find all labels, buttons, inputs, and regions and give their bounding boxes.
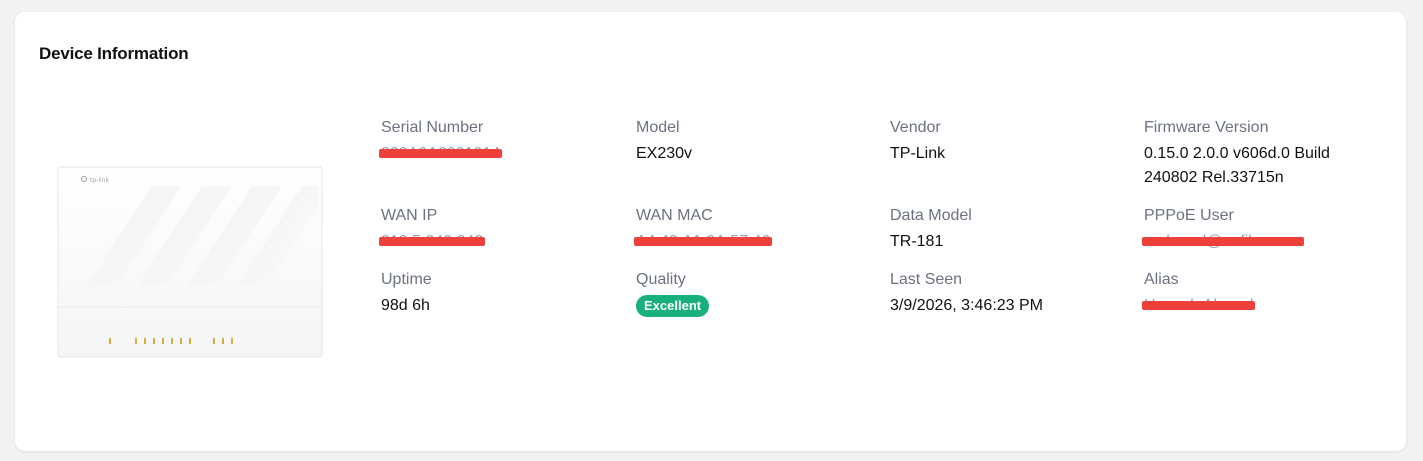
uptime-label: Uptime [381, 271, 432, 288]
field-data-model: Data Model TR-181 [890, 206, 1120, 254]
firmware-version-value: 0.15.0 2.0.0 v606d.0 Build 240802 Rel.33… [1144, 145, 1330, 186]
last-seen-value: 3/9/2026, 3:46:23 PM [890, 297, 1043, 314]
brand-logo-text: tp-link [90, 177, 109, 184]
wan-mac-value: A4:42:A1:0A:57:46 [633, 230, 773, 254]
quality-label: Quality [636, 271, 686, 288]
wan-ip-value: 213.5.240.243 [378, 230, 486, 254]
card-title: Device Information [39, 44, 189, 63]
wan-ip-label: WAN IP [381, 207, 438, 224]
pppoe-user-value: mahmed@nafiberco... [1142, 230, 1304, 254]
pppoe-user-label: PPPoE User [1144, 207, 1234, 224]
field-pppoe-user: PPPoE User mahmed@nafiberco... [1142, 206, 1374, 254]
router-image: tp-link [57, 166, 323, 358]
field-wan-mac: WAN MAC A4:42:A1:0A:57:46 [633, 206, 866, 254]
field-wan-ip: WAN IP 213.5.240.243 [378, 206, 611, 254]
device-information-card: Device Information tp-link Serial Number… [15, 12, 1406, 451]
vendor-label: Vendor [890, 119, 941, 136]
field-model: Model EX230v [636, 118, 866, 166]
quality-badge: Excellent [636, 295, 710, 317]
uptime-value: 98d 6h [381, 297, 430, 314]
field-last-seen: Last Seen 3/9/2026, 3:46:23 PM [890, 270, 1120, 318]
wan-mac-label: WAN MAC [636, 207, 713, 224]
field-alias: Alias Haseeb Ahmed [1141, 270, 1374, 318]
field-uptime: Uptime 98d 6h [381, 270, 611, 318]
serial-number-label: Serial Number [381, 119, 484, 136]
field-firmware-version: Firmware Version 0.15.0 2.0.0 v606d.0 Bu… [1144, 118, 1374, 190]
field-serial-number: Serial Number 223A0A2001014 [378, 118, 611, 166]
vendor-value: TP-Link [890, 145, 946, 162]
serial-number-value: 223A0A2001014 [378, 142, 503, 166]
field-vendor: Vendor TP-Link [890, 118, 1120, 166]
data-model-label: Data Model [890, 207, 972, 224]
last-seen-label: Last Seen [890, 271, 963, 288]
field-quality: Quality Excellent [636, 270, 866, 318]
firmware-version-label: Firmware Version [1144, 119, 1269, 136]
alias-value: Haseeb Ahmed [1141, 294, 1256, 318]
alias-label: Alias [1144, 271, 1179, 288]
data-model-value: TR-181 [890, 233, 944, 250]
model-value: EX230v [636, 145, 693, 162]
model-label: Model [636, 119, 680, 136]
